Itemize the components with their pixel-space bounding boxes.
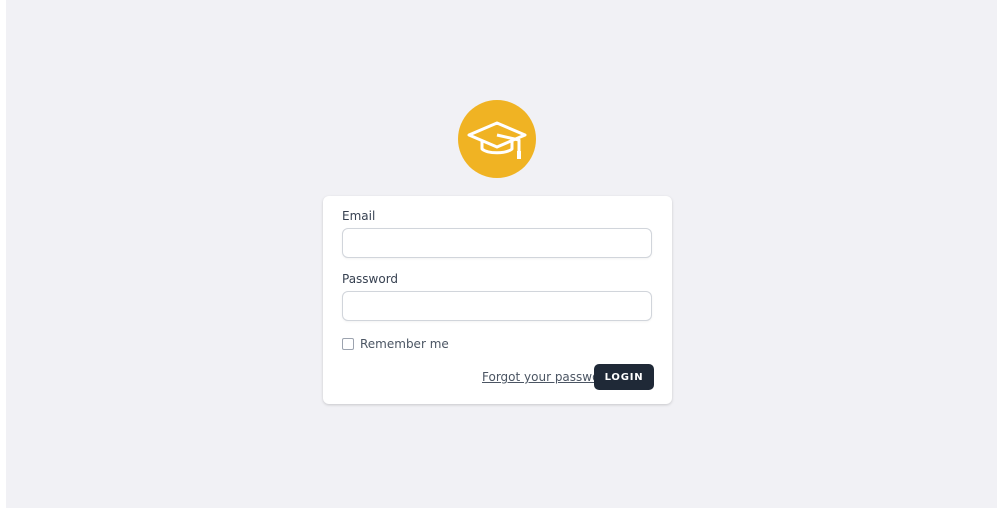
login-card: Email Password Remember me Forgot your p…	[323, 196, 672, 404]
password-field[interactable]	[342, 291, 652, 321]
graduation-cap-icon	[467, 121, 527, 159]
remember-me-row: Remember me	[342, 337, 449, 351]
email-field[interactable]	[342, 228, 652, 258]
email-label: Email	[342, 209, 376, 223]
app-logo	[458, 100, 536, 178]
login-page: Email Password Remember me Forgot your p…	[6, 0, 997, 508]
remember-me-checkbox[interactable]	[342, 338, 354, 350]
login-button[interactable]: LOGIN	[594, 364, 654, 390]
remember-me-label[interactable]: Remember me	[360, 337, 449, 351]
password-label: Password	[342, 272, 399, 286]
